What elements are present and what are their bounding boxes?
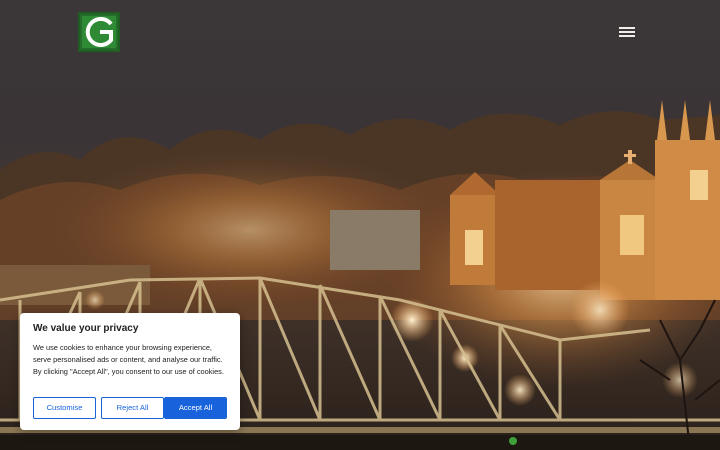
menu-bar [619, 27, 635, 29]
cookie-banner-title: We value your privacy [33, 323, 139, 334]
cookie-banner-description: We use cookies to enhance your browsing … [33, 343, 224, 376]
accept-all-button[interactable]: Accept All [164, 397, 227, 419]
g-letter-logo-icon [80, 14, 118, 50]
menu-bar [619, 31, 635, 33]
site-logo[interactable] [78, 12, 120, 52]
cookie-consent-banner: We value your privacy We use cookies to … [20, 313, 240, 430]
menu-bar [619, 35, 635, 37]
customise-button[interactable]: Customise [33, 397, 96, 419]
reject-all-button[interactable]: Reject All [101, 397, 164, 419]
hamburger-menu-icon[interactable] [619, 24, 639, 38]
